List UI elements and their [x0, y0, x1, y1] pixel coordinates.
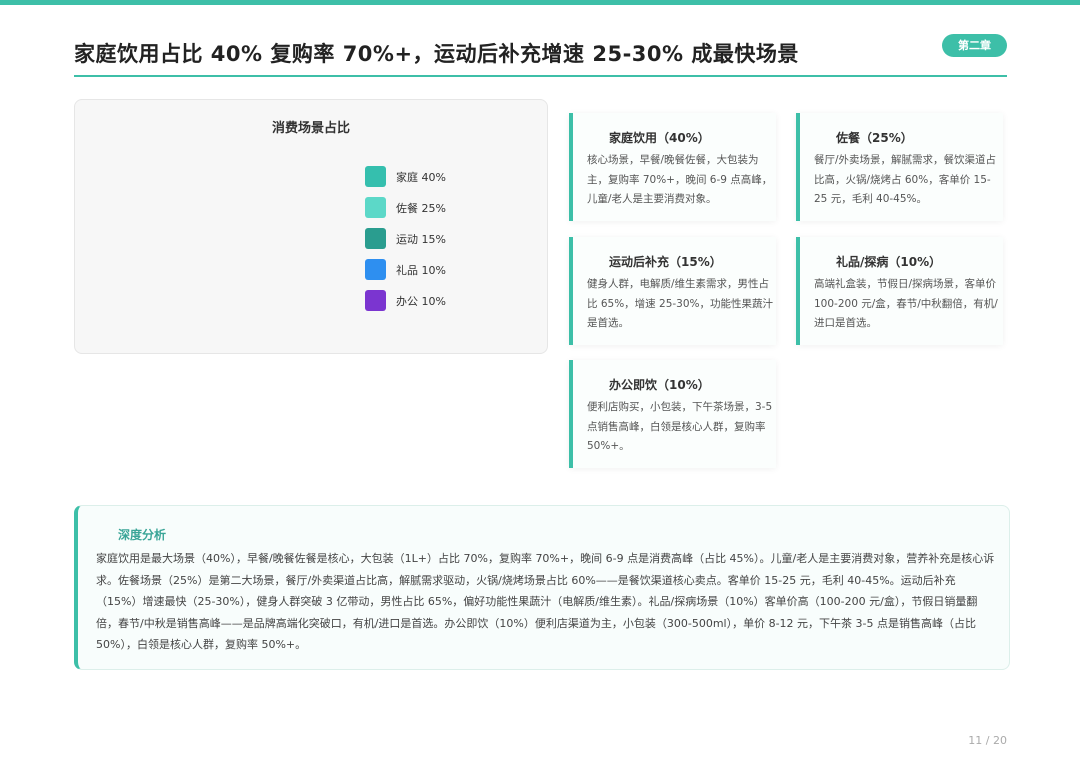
- card-body: 餐厅/外卖场景，解腻需求，餐饮渠道占比高，火锅/烧烤占 60%，客单价 15-2…: [814, 154, 997, 205]
- chart-title: 消费场景占比: [271, 121, 350, 136]
- chapter-badge[interactable]: 第二章: [942, 34, 1007, 57]
- card-title: 家庭饮用（40%）: [609, 131, 710, 145]
- legend-swatch: [365, 259, 386, 280]
- legend-item: 家庭 40%: [365, 166, 446, 187]
- legend-label: 家庭 40%: [396, 170, 446, 184]
- legend-swatch: [365, 197, 386, 218]
- card-gift: 礼品/探病（10%） 高端礼盒装，节假日/探病场景，客单价 100-200 元/…: [796, 237, 1003, 345]
- card-title: 礼品/探病（10%）: [836, 255, 942, 269]
- chart-panel: 消费场景占比 家庭 40% 佐餐 25% 运动 15% 礼品 10% 办公 10%: [74, 99, 548, 354]
- legend-swatch: [365, 166, 386, 187]
- card-body: 便利店购买，小包装，下午茶场景，3-5 点销售高峰，白领是核心人群，复购率 50…: [587, 401, 773, 452]
- card-title: 佐餐（25%）: [836, 131, 913, 145]
- legend-label: 运动 15%: [396, 232, 446, 246]
- legend-label: 办公 10%: [396, 294, 446, 308]
- title-divider: [74, 75, 1007, 77]
- analysis-panel: 深度分析 家庭饮用是最大场景（40%），早餐/晚餐佐餐是核心，大包装（1L+）占…: [74, 505, 1010, 670]
- legend-swatch: [365, 228, 386, 249]
- card-body: 高端礼盒装，节假日/探病场景，客单价 100-200 元/盒，春节/中秋翻倍，有…: [814, 278, 998, 329]
- top-accent-bar: [0, 0, 1080, 5]
- legend-swatch: [365, 290, 386, 311]
- legend-item: 佐餐 25%: [365, 197, 446, 218]
- card-dining: 佐餐（25%） 餐厅/外卖场景，解腻需求，餐饮渠道占比高，火锅/烧烤占 60%，…: [796, 113, 1003, 221]
- page-title: 家庭饮用占比 40% 复购率 70%+，运动后补充增速 25-30% 成最快场景: [74, 42, 799, 66]
- chart-legend: 家庭 40% 佐餐 25% 运动 15% 礼品 10% 办公 10%: [365, 166, 446, 321]
- card-office: 办公即饮（10%） 便利店购买，小包装，下午茶场景，3-5 点销售高峰，白领是核…: [569, 360, 776, 468]
- legend-item: 办公 10%: [365, 290, 446, 311]
- card-body: 健身人群，电解质/维生素需求，男性占比 65%，增速 25-30%，功能性果蔬汁…: [587, 278, 774, 329]
- legend-item: 礼品 10%: [365, 259, 446, 280]
- legend-label: 礼品 10%: [396, 263, 446, 277]
- analysis-body: 家庭饮用是最大场景（40%），早餐/晚餐佐餐是核心，大包装（1L+）占比 70%…: [96, 552, 995, 651]
- page-number: 11 / 20: [968, 734, 1007, 747]
- legend-item: 运动 15%: [365, 228, 446, 249]
- card-home-drinking: 家庭饮用（40%） 核心场景，早餐/晚餐佐餐，大包装为主，复购率 70%+，晚间…: [569, 113, 776, 221]
- card-title: 办公即饮（10%）: [609, 378, 710, 392]
- legend-label: 佐餐 25%: [396, 201, 446, 215]
- analysis-title: 深度分析: [118, 528, 167, 542]
- card-title: 运动后补充（15%）: [609, 255, 722, 269]
- card-post-exercise: 运动后补充（15%） 健身人群，电解质/维生素需求，男性占比 65%，增速 25…: [569, 237, 776, 345]
- card-body: 核心场景，早餐/晚餐佐餐，大包装为主，复购率 70%+，晚间 6-9 点高峰，儿…: [587, 154, 773, 205]
